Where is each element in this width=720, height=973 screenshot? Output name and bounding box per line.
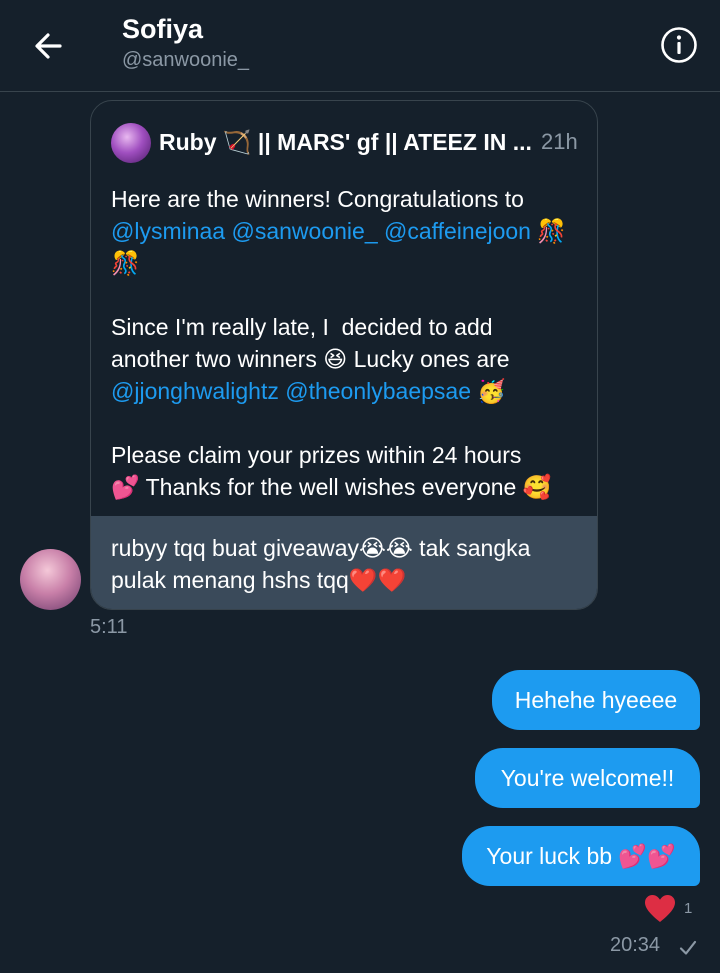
quoted-tweet-card[interactable]: Ruby 🏹 || MARS' gf || ATEEZ IN ... 21h H… [90,100,598,610]
page-title: Sofiya [122,14,204,44]
mention-link[interactable]: @jjonghwalightz [111,378,279,404]
quoted-author-name: Ruby 🏹 || MARS' gf || ATEEZ IN ... [159,129,532,155]
avatar[interactable] [20,549,81,610]
sent-message-bubble[interactable]: Hehehe hyeeee [492,670,700,730]
tweet-line: Since I'm really late, I decided to add [111,314,493,340]
tweet-line: Please claim your prizes within 24 hours [111,442,522,468]
tweet-line: another two winners 😆 Lucky ones are [111,346,510,372]
sent-message-bubble[interactable]: You're welcome!! [475,748,700,808]
heart-icon[interactable] [644,894,676,924]
received-message-text: rubyy tqq buat giveaway😭😭 tak sangka pul… [91,516,597,609]
quoted-tweet-text: Here are the winners! Congratulations to… [111,183,581,503]
user-handle: @sanwoonie_ [122,49,250,71]
tweet-line: Here are the winners! Congratulations to [111,186,524,212]
emoji: 🎊 [530,218,567,244]
tweet-line: 💕 Thanks for the well wishes everyone 🥰 [111,474,552,500]
emoji: 🎊 [111,250,140,276]
mention-link[interactable]: @theonlybaepsae [285,378,471,404]
checkmark-icon [679,940,697,955]
sent-message-bubble[interactable]: Your luck bb 💕💕 [462,826,700,886]
avatar [111,123,151,163]
info-icon[interactable] [660,26,698,64]
received-timestamp: 5:11 [90,616,128,638]
sent-timestamp: 20:34 [610,934,661,956]
mention-link[interactable]: @sanwoonie_ [232,218,378,244]
quoted-tweet-header: Ruby 🏹 || MARS' gf || ATEEZ IN ... 21h [111,123,581,163]
conversation-header: Sofiya @sanwoonie_ [0,0,720,92]
emoji: 🥳 [470,378,507,404]
reaction-count: 1 [684,900,693,917]
mention-link[interactable]: @caffeinejoon [384,218,531,244]
mention-link[interactable]: @lysminaa [111,218,225,244]
arrow-left-icon[interactable] [28,26,68,66]
quoted-timestamp: 21h [541,129,578,154]
